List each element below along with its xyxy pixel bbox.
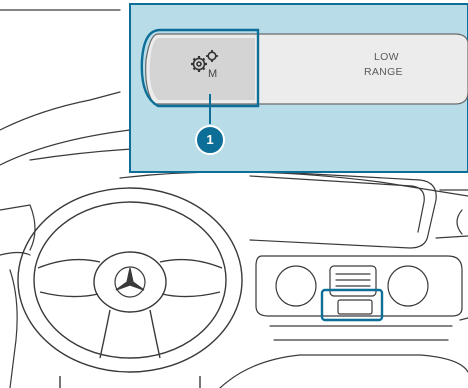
illustration: M LOW RANGE 1 [0,0,468,388]
star-emblem-icon [114,266,146,298]
steering-wheel [17,187,243,388]
callout-number: 1 [206,132,214,147]
low-label: LOW [374,51,399,63]
gear-m-letter: M [208,68,218,80]
range-label: RANGE [364,66,403,78]
